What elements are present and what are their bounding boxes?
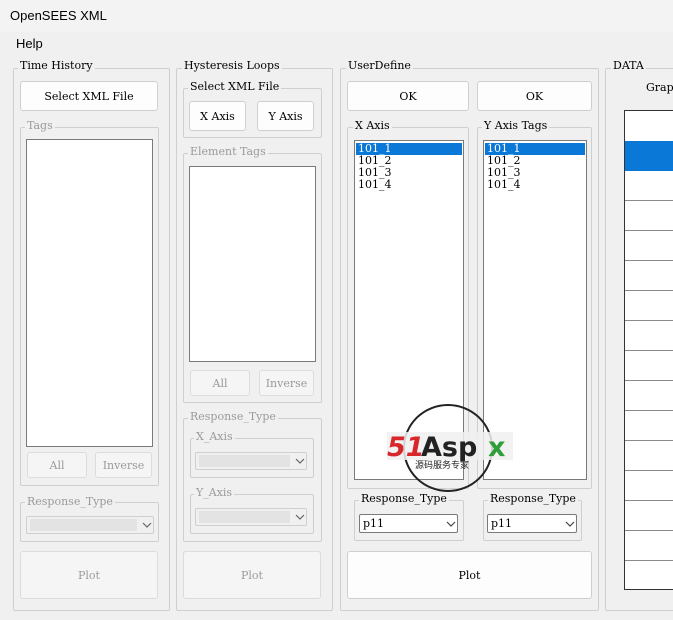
tags-inverse-button[interactable]: Inverse — [95, 452, 152, 478]
hys-y-axis-select[interactable] — [195, 508, 307, 526]
hys-response-type-legend: Response_Type — [188, 410, 278, 423]
data-table[interactable]: 51122322118571 — [624, 110, 673, 590]
hys-select-legend: Select XML File — [188, 80, 282, 93]
ok-right-button[interactable]: OK — [477, 81, 592, 111]
table-header-row[interactable] — [625, 141, 673, 171]
svg-text:源码服务专家: 源码服务专家 — [415, 459, 469, 471]
chevron-down-icon — [141, 522, 153, 528]
table-row[interactable]: 5 — [625, 171, 673, 201]
hys-x-axis-select[interactable] — [195, 452, 307, 470]
table-row[interactable]: 2 — [625, 381, 673, 411]
tags-legend: Tags — [25, 119, 55, 132]
table-row[interactable]: 2 — [625, 261, 673, 291]
table-row[interactable]: 2 — [625, 351, 673, 381]
svg-text:Asp: Asp — [421, 432, 477, 463]
menu-help[interactable]: Help — [16, 36, 43, 51]
list-item[interactable]: 101_4 — [356, 179, 462, 191]
table-row[interactable]: 7 — [625, 531, 673, 561]
x-axis-xml-button[interactable]: X Axis — [189, 101, 246, 131]
ok-left-button[interactable]: OK — [347, 81, 469, 111]
hys-y-axis-legend: Y_Axis — [194, 486, 235, 499]
list-item[interactable]: 101_4 — [485, 179, 585, 191]
chevron-down-icon — [294, 514, 306, 520]
select-xml-file-button[interactable]: Select XML File — [20, 81, 158, 111]
ud-x-response-legend: Response_Type — [359, 492, 449, 505]
watermark-logo: 51 Asp x 源码服务专家 — [385, 402, 515, 492]
graph-label: Graph — [646, 81, 673, 94]
chevron-down-icon — [294, 458, 306, 464]
table-row[interactable]: 1 — [625, 411, 673, 441]
hysteresis-legend: Hysteresis Loops — [182, 59, 282, 72]
hys-x-axis-legend: X_Axis — [194, 430, 235, 443]
element-tags-legend: Element Tags — [188, 145, 268, 158]
table-row[interactable]: 8 — [625, 471, 673, 501]
table-row[interactable]: 2 — [625, 291, 673, 321]
ud-plot-button[interactable]: Plot — [347, 551, 592, 599]
user-define-legend: UserDefine — [346, 59, 413, 72]
chevron-down-icon — [445, 521, 457, 527]
ud-y-response-value: p11 — [491, 517, 513, 530]
ud-x-response-select[interactable]: p11 — [359, 514, 458, 533]
y-axis-tags-legend: Y Axis Tags — [482, 119, 550, 132]
time-history-legend: Time History — [18, 59, 95, 72]
svg-text:51: 51 — [387, 432, 425, 463]
data-legend: DATA — [611, 59, 646, 72]
table-row[interactable]: 1 — [625, 231, 673, 261]
table-row[interactable]: 1 — [625, 201, 673, 231]
tags-listbox[interactable] — [26, 139, 153, 447]
table-row[interactable]: 5 — [625, 501, 673, 531]
table-row[interactable]: 3 — [625, 321, 673, 351]
svg-text:x: x — [488, 432, 505, 463]
ud-y-response-select[interactable]: p11 — [487, 514, 577, 533]
th-plot-button[interactable]: Plot — [20, 551, 158, 599]
th-response-type-select[interactable] — [26, 516, 154, 534]
ud-y-response-legend: Response_Type — [488, 492, 578, 505]
window-title: OpenSEES XML — [10, 8, 107, 23]
menu-bar — [0, 34, 673, 54]
th-response-type-legend: Response_Type — [25, 495, 115, 508]
y-axis-xml-button[interactable]: Y Axis — [257, 101, 314, 131]
table-row[interactable]: 1 — [625, 441, 673, 471]
ud-x-response-value: p11 — [363, 517, 385, 530]
chevron-down-icon — [564, 521, 576, 527]
element-tags-listbox[interactable] — [189, 166, 316, 362]
x-axis-legend: X Axis — [353, 119, 392, 132]
element-tags-inverse-button[interactable]: Inverse — [259, 370, 314, 396]
hys-plot-button[interactable]: Plot — [183, 551, 321, 599]
tags-all-button[interactable]: All — [27, 452, 87, 478]
table-row[interactable]: 1 — [625, 561, 673, 589]
element-tags-all-button[interactable]: All — [190, 370, 250, 396]
